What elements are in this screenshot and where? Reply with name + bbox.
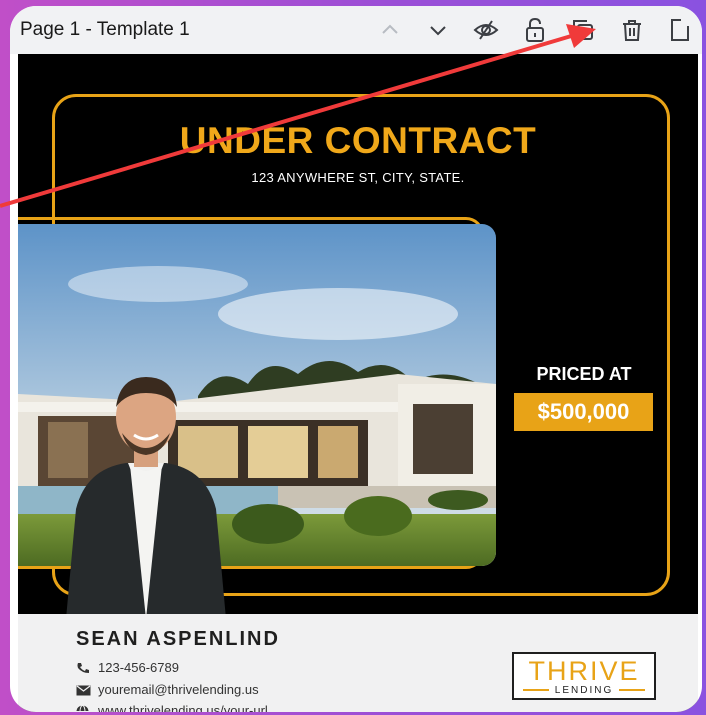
envelope-icon xyxy=(76,684,92,696)
flyer-canvas[interactable]: UNDER CONTRACT 123 ANYWHERE ST, CITY, ST… xyxy=(18,54,698,712)
price-value: $500,000 xyxy=(537,399,630,424)
add-page-icon[interactable] xyxy=(666,16,694,44)
priced-at-label: PRICED AT xyxy=(536,364,632,384)
website-row: www.thrivelending.us/your-url xyxy=(76,703,268,712)
trash-icon[interactable] xyxy=(618,16,646,44)
editor-frame: Page 1 - Template 1 UNDER CONTRACT 123 A… xyxy=(10,6,702,712)
agent-footer: SEAN ASPENLIND 123-456-6789 youremail@th… xyxy=(18,614,698,712)
chevron-down-icon[interactable] xyxy=(424,16,452,44)
page-toolbar: Page 1 - Template 1 xyxy=(10,6,702,54)
price-badge: $500,000 xyxy=(514,393,653,431)
hide-icon[interactable] xyxy=(472,16,500,44)
agent-photo xyxy=(46,359,246,619)
agent-name: SEAN ASPENLIND xyxy=(76,628,280,650)
agent-phone: 123-456-6789 xyxy=(98,660,179,675)
page-title: Page 1 - Template 1 xyxy=(20,19,190,40)
thrive-lending-logo: THRIVE LENDING xyxy=(512,652,656,700)
phone-row: 123-456-6789 xyxy=(76,660,179,675)
globe-icon xyxy=(76,704,92,712)
chevron-up-icon[interactable] xyxy=(376,16,404,44)
flyer-headline: UNDER CONTRACT xyxy=(179,120,537,161)
property-address: 123 ANYWHERE ST, CITY, STATE. xyxy=(251,170,465,185)
duplicate-icon[interactable] xyxy=(569,16,597,44)
agent-website: www.thrivelending.us/your-url xyxy=(98,703,268,712)
logo-subtext: LENDING xyxy=(514,685,654,696)
phone-icon xyxy=(76,662,92,674)
logo-wordmark: THRIVE xyxy=(528,656,640,686)
lock-icon[interactable] xyxy=(521,16,549,44)
email-row: youremail@thrivelending.us xyxy=(76,682,259,697)
agent-email: youremail@thrivelending.us xyxy=(98,682,259,697)
